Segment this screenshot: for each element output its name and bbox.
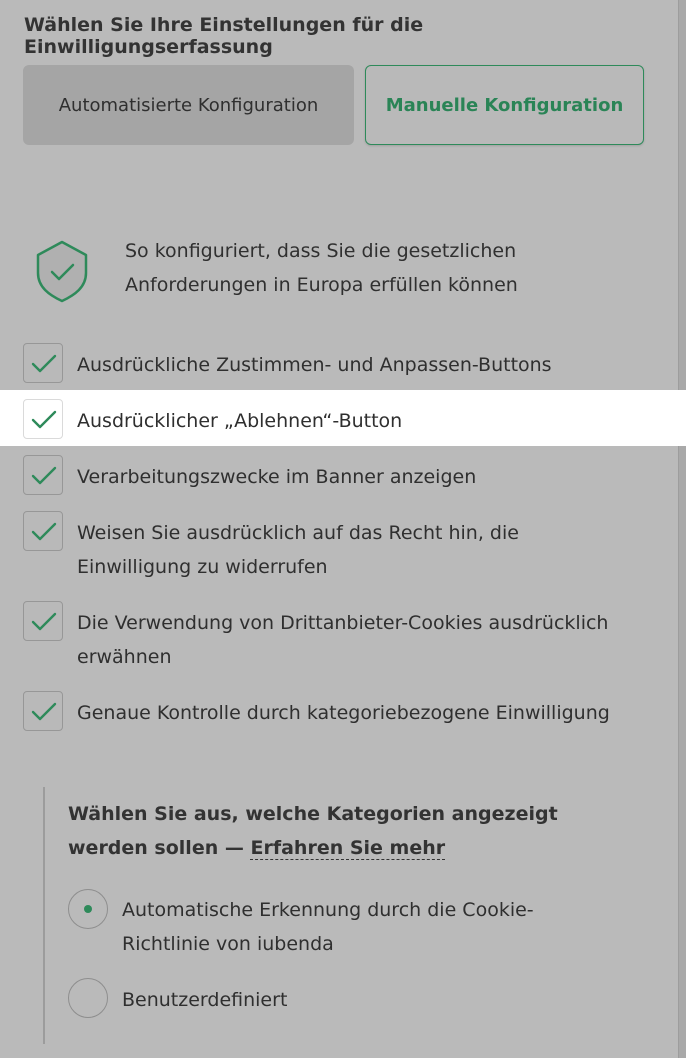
checklist-item-highlighted[interactable]: Ausdrücklicher „Ablehnen“-Button [0, 390, 686, 446]
checklist-item-label: Die Verwendung von Drittanbieter-Cookies… [77, 612, 609, 668]
checklist-item-label: Ausdrückliche Zustimmen- und Anpassen-Bu… [77, 354, 552, 376]
checkmark-icon [31, 466, 57, 485]
category-selection: Wählen Sie aus, welche Kategorien angeze… [43, 787, 645, 1044]
checkmark-icon [31, 702, 57, 721]
checkbox[interactable] [23, 455, 63, 495]
checklist-item[interactable]: Verarbeitungszwecke im Banner anzeigen [0, 455, 686, 501]
checklist-item-label: Weisen Sie ausdrücklich auf das Recht hi… [77, 522, 519, 578]
radio-custom-label[interactable]: Benutzerdefiniert [122, 983, 602, 1017]
tab-automated-config[interactable]: Automatisierte Konfiguration [23, 65, 354, 145]
radio-auto-detect-label[interactable]: Automatische Erkennung durch die Cookie-… [122, 893, 602, 961]
radio-auto-detect[interactable] [68, 889, 108, 929]
checkmark-icon [31, 522, 57, 541]
radio-custom[interactable] [68, 978, 108, 1018]
checkmark-icon [31, 410, 57, 429]
shield-check-icon [36, 240, 88, 303]
category-selection-title: Wählen Sie aus, welche Kategorien angeze… [68, 797, 628, 865]
learn-more-link[interactable]: Erfahren Sie mehr [250, 837, 446, 860]
radio-selected-dot [84, 905, 92, 913]
checklist-item[interactable]: Genaue Kontrolle durch kategoriebezogene… [0, 691, 686, 771]
checkbox[interactable] [23, 399, 63, 439]
checklist-item-label: Ausdrücklicher „Ablehnen“-Button [77, 410, 403, 432]
compliance-info-text: So konfiguriert, dass Sie die gesetzlich… [125, 240, 518, 296]
checkmark-icon [31, 354, 57, 373]
checklist-item[interactable]: Ausdrückliche Zustimmen- und Anpassen-Bu… [0, 343, 686, 389]
checkbox[interactable] [23, 691, 63, 731]
checkbox[interactable] [23, 511, 63, 551]
tab-manual-config[interactable]: Manuelle Konfiguration [365, 65, 644, 145]
checklist-item[interactable]: Die Verwendung von Drittanbieter-Cookies… [0, 601, 686, 681]
checkmark-icon [31, 612, 57, 631]
checkbox[interactable] [23, 601, 63, 641]
checklist-item-label: Verarbeitungszwecke im Banner anzeigen [77, 466, 477, 488]
checkbox[interactable] [23, 343, 63, 383]
page-title: Wählen Sie Ihre Einstellungen für die Ei… [24, 14, 424, 58]
checklist-item[interactable]: Weisen Sie ausdrücklich auf das Recht hi… [0, 511, 686, 591]
checklist-item-label: Genaue Kontrolle durch kategoriebezogene… [77, 702, 610, 724]
